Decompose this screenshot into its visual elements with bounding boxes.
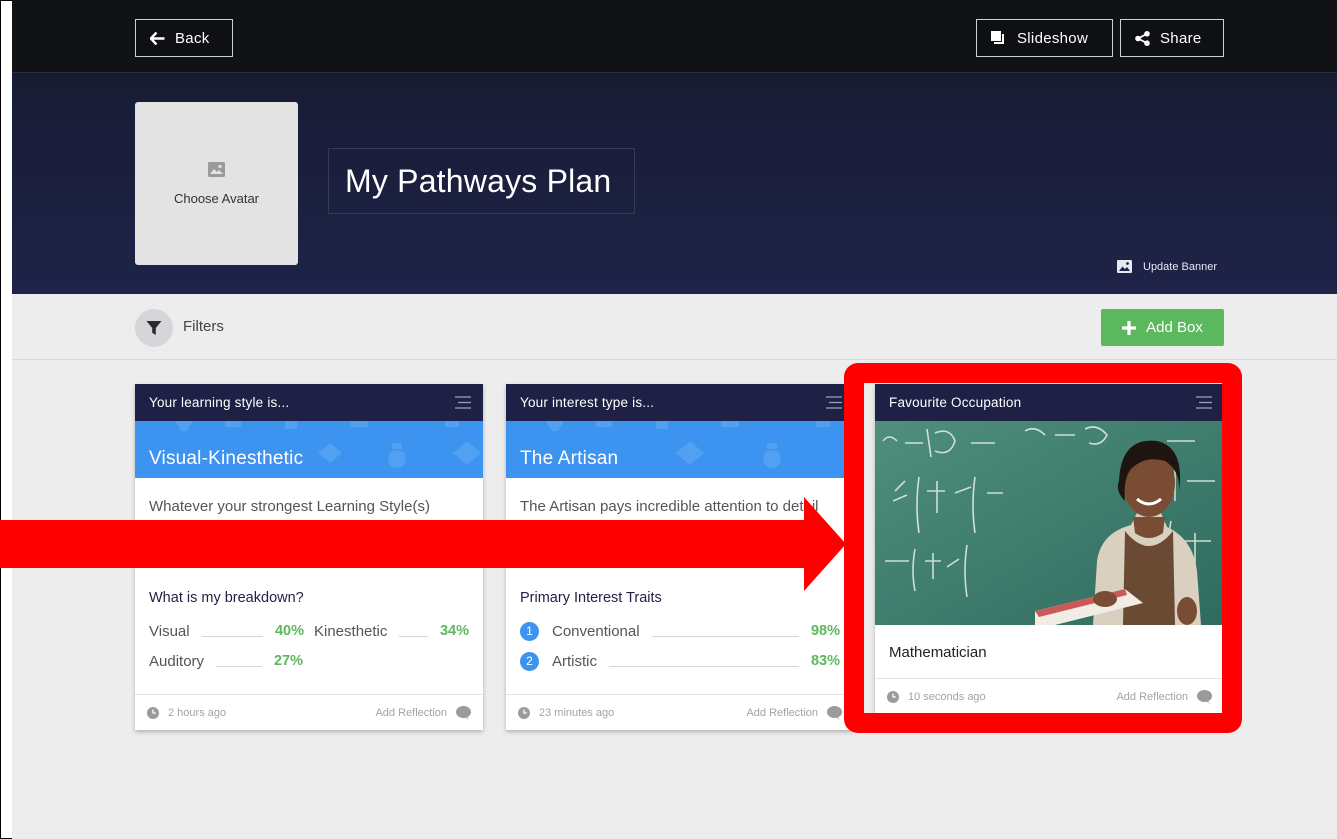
trait-divider <box>609 665 799 667</box>
add-reflection-button[interactable]: Add Reflection <box>375 705 471 720</box>
card-banner-title: The Artisan <box>520 448 619 469</box>
share-label: Share <box>1160 29 1202 47</box>
card-footer: 2 hours ago Add Reflection <box>135 694 483 730</box>
choose-avatar-label: Choose Avatar <box>173 190 260 206</box>
timestamp-text: 23 minutes ago <box>539 706 615 719</box>
back-label: Back <box>175 29 210 47</box>
add-reflection-label: Add Reflection <box>375 706 447 719</box>
card-description: The Artisan pays incredible attention to… <box>520 498 819 536</box>
stat-value: 27% <box>273 653 303 669</box>
add-box-button[interactable]: Add Box <box>1101 309 1224 346</box>
back-button[interactable]: Back <box>135 19 233 57</box>
clock-icon <box>147 706 159 719</box>
card-header-title: Your learning style is... <box>149 395 290 410</box>
trait-name: Artistic <box>552 652 597 670</box>
add-box-label: Add Box <box>1146 319 1203 336</box>
trait-name: Conventional <box>552 622 640 640</box>
stat-kinesthetic: Kinesthetic 34% <box>314 623 469 640</box>
stat-divider <box>399 635 428 637</box>
add-reflection-button[interactable]: Add Reflection <box>1116 689 1212 704</box>
card-banner: Visual-Kinesthetic <box>135 421 483 478</box>
add-reflection-button[interactable]: Add Reflection <box>746 705 842 720</box>
slideshow-label: Slideshow <box>1017 29 1089 47</box>
view-more-link[interactable]: View More <box>506 546 854 574</box>
card-description: Whatever your strongest Learning Style(s… <box>149 498 455 536</box>
update-banner-label: Update Banner <box>1143 260 1217 273</box>
update-banner-button[interactable]: Update Banner <box>1117 260 1217 273</box>
occupation-photo <box>875 421 1224 625</box>
card-header: Your learning style is... <box>135 384 483 421</box>
learning-style-card: Your learning style is... Visual-Kinesth… <box>135 384 483 730</box>
card-banner-title: Visual-Kinesthetic <box>149 448 304 469</box>
stat-value: 34% <box>439 623 469 639</box>
traits-title: Primary Interest Traits <box>520 590 662 606</box>
image-icon <box>208 161 225 177</box>
interest-type-card: Your interest type is... The Artisan The… <box>506 384 854 730</box>
breakdown-title: What is my breakdown? <box>149 590 304 606</box>
timestamp-text: 10 seconds ago <box>908 690 986 703</box>
comment-icon <box>827 705 842 720</box>
view-more-link[interactable]: View More <box>135 546 483 574</box>
slideshow-icon <box>991 31 1004 44</box>
menu-icon[interactable] <box>455 396 471 409</box>
menu-icon[interactable] <box>1196 396 1212 409</box>
card-header-title: Favourite Occupation <box>889 395 1022 410</box>
trait-divider <box>651 635 799 637</box>
timestamp: 23 minutes ago <box>518 706 615 719</box>
stat-visual: Visual 40% <box>149 623 304 640</box>
stat-value: 40% <box>274 623 304 639</box>
arrow-left-icon <box>150 31 165 45</box>
image-icon <box>1117 260 1132 273</box>
filters-label[interactable]: Filters <box>183 318 224 335</box>
clock-icon <box>518 706 530 719</box>
rank-badge: 2 <box>520 651 539 671</box>
stat-row: Visual 40% Kinesthetic 34% <box>135 616 483 646</box>
favourite-occupation-card: Favourite Occupation Mathematician 10 se… <box>875 384 1224 714</box>
stat-name: Auditory <box>149 652 205 670</box>
share-icon <box>1135 30 1150 46</box>
card-banner: The Artisan <box>506 421 854 478</box>
page: Back Slideshow Share Choose Avatar My Pa… <box>12 0 1337 839</box>
timestamp: 2 hours ago <box>147 706 227 719</box>
occupation-name: Mathematician <box>889 644 987 661</box>
share-button[interactable]: Share <box>1120 19 1224 57</box>
choose-avatar-button[interactable]: Choose Avatar <box>135 102 298 265</box>
timestamp: 10 seconds ago <box>887 690 986 703</box>
comment-icon <box>1197 689 1212 704</box>
stat-auditory: Auditory 27% <box>149 653 303 670</box>
filter-button[interactable] <box>135 309 173 347</box>
stat-row: Auditory 27% <box>135 646 483 676</box>
card-footer: 23 minutes ago Add Reflection <box>506 694 854 730</box>
comment-icon <box>456 705 471 720</box>
card-header: Your interest type is... <box>506 384 854 421</box>
timestamp-text: 2 hours ago <box>168 706 227 719</box>
filter-icon <box>146 321 162 335</box>
filter-bar: Filters Add Box <box>12 294 1337 360</box>
menu-icon[interactable] <box>826 396 842 409</box>
rank-badge: 1 <box>520 621 539 641</box>
card-footer: 10 seconds ago Add Reflection <box>875 678 1224 714</box>
plan-header: Back Slideshow Share Choose Avatar My Pa… <box>12 0 1337 294</box>
trait-value: 83% <box>810 653 840 669</box>
add-reflection-label: Add Reflection <box>1116 690 1188 703</box>
page-title[interactable]: My Pathways Plan <box>328 148 635 214</box>
top-toolbar: Back Slideshow Share <box>12 0 1337 73</box>
stat-divider <box>216 665 262 667</box>
slideshow-button[interactable]: Slideshow <box>976 19 1113 57</box>
card-header-title: Your interest type is... <box>520 395 655 410</box>
plus-icon <box>1122 320 1137 335</box>
trait-row: 2 Artistic 83% <box>506 646 854 676</box>
add-reflection-label: Add Reflection <box>746 706 818 719</box>
trait-value: 98% <box>810 623 840 639</box>
stat-divider <box>201 635 263 637</box>
card-header: Favourite Occupation <box>875 384 1224 421</box>
trait-row: 1 Conventional 98% <box>506 616 854 646</box>
stat-name: Kinesthetic <box>314 622 388 640</box>
clock-icon <box>887 690 899 703</box>
teacher-image-icon <box>875 421 1224 625</box>
stat-name: Visual <box>149 622 190 640</box>
